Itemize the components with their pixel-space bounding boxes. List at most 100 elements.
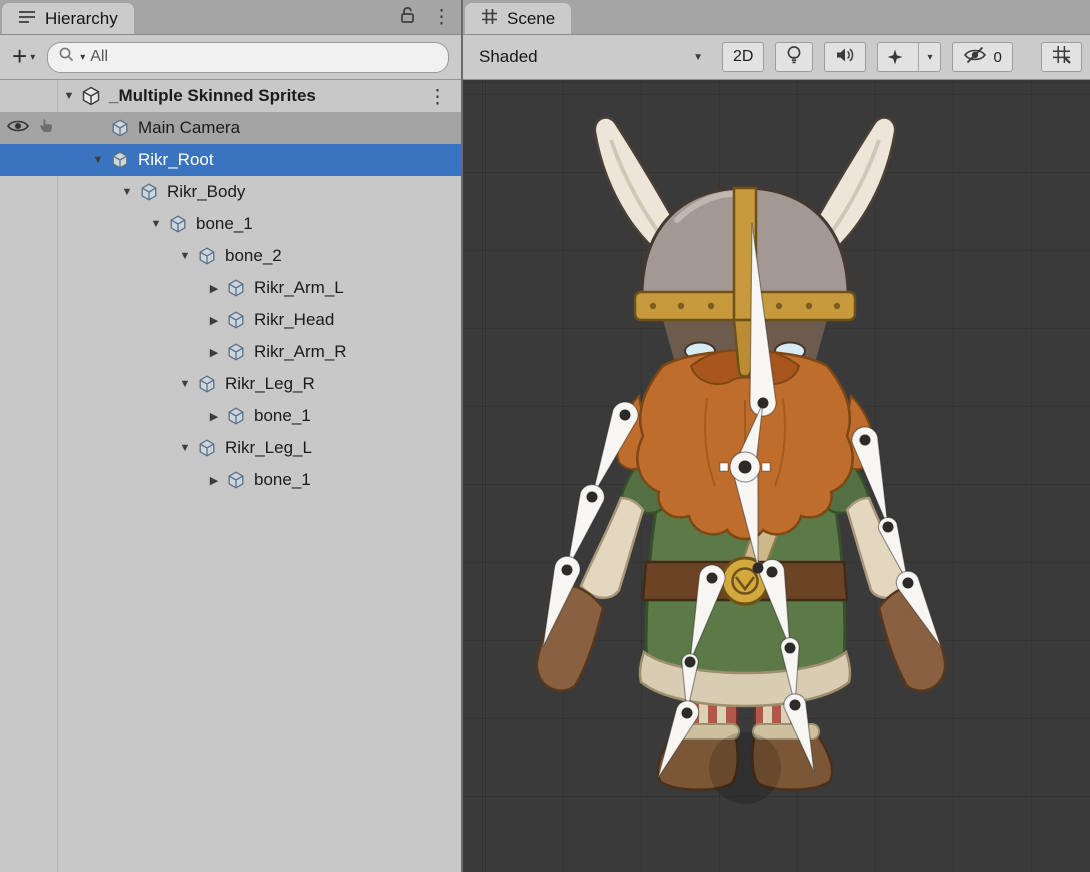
hierarchy-item-rikr_leg_l[interactable]: ▼Rikr_Leg_L xyxy=(0,432,461,464)
disclosure-arrow-icon[interactable]: ▶ xyxy=(203,282,225,295)
2d-toggle-button[interactable]: 2D xyxy=(722,42,764,72)
disclosure-arrow-icon[interactable]: ▶ xyxy=(203,410,225,423)
2d-toggle-label: 2D xyxy=(733,48,753,66)
bone-joint-dot xyxy=(587,492,598,503)
root-joint-dot xyxy=(739,461,752,474)
disclosure-arrow-icon[interactable]: ▼ xyxy=(174,442,196,454)
scene-options-kebab-icon[interactable]: ⋮ xyxy=(428,86,447,109)
add-gameobject-button[interactable]: + ▾ xyxy=(8,46,39,69)
disclosure-arrow-icon[interactable]: ▼ xyxy=(174,250,196,262)
hidden-objects-button[interactable]: 0 xyxy=(952,42,1012,72)
search-placeholder: All xyxy=(90,48,108,66)
scene-audio-toggle-button[interactable] xyxy=(824,42,866,72)
hierarchy-tree: ▼ _Multiple Skinned Sprites ⋮ Main Camer… xyxy=(0,80,461,872)
grid-settings-button[interactable] xyxy=(1041,42,1082,72)
eye-slash-icon xyxy=(963,46,987,69)
hierarchy-item-label: Rikr_Arm_R xyxy=(254,342,347,362)
gameobject-cube-icon xyxy=(226,278,246,298)
hierarchy-item-label: Rikr_Root xyxy=(138,150,214,170)
hidden-objects-count: 0 xyxy=(993,49,1001,66)
bone-joint-dot xyxy=(790,700,801,711)
gameobject-cube-icon xyxy=(197,246,217,266)
hierarchy-item-rikr_arm_l[interactable]: ▶Rikr_Arm_L xyxy=(0,272,461,304)
scene-viewport[interactable] xyxy=(463,80,1090,872)
gameobject-cube-icon xyxy=(226,470,246,490)
bone-joint-dot xyxy=(767,567,778,578)
hierarchy-item-label: bone_1 xyxy=(254,470,311,490)
disclosure-arrow-icon[interactable]: ▼ xyxy=(116,186,138,198)
gameobject-cube-icon xyxy=(110,118,130,138)
hierarchy-item-rikr_head[interactable]: ▶ Rikr_Head xyxy=(0,304,461,336)
hierarchy-item-rikr_body[interactable]: ▼ Rikr_Body xyxy=(0,176,461,208)
disclosure-arrow-icon[interactable]: ▼ xyxy=(174,378,196,390)
scene-toolbar: Shaded ▼ 2D ▾ xyxy=(463,35,1090,80)
hierarchy-item-label: Rikr_Leg_R xyxy=(225,374,315,394)
root-handle-right xyxy=(762,463,770,471)
tab-scene[interactable]: Scene xyxy=(465,3,571,34)
scene-header-row[interactable]: ▼ _Multiple Skinned Sprites ⋮ xyxy=(0,80,461,112)
tab-hierarchy-label: Hierarchy xyxy=(45,9,118,29)
scene-effects-dropdown-button[interactable]: ▾ xyxy=(877,42,941,72)
disclosure-arrow-icon[interactable]: ▶ xyxy=(203,314,225,327)
visibility-eye-icon[interactable] xyxy=(7,118,29,139)
search-input[interactable]: ▾ All xyxy=(47,42,449,73)
hierarchy-toolbar: + ▾ ▾ All xyxy=(0,35,461,80)
effects-icon[interactable] xyxy=(878,43,912,71)
unity-editor-window: Hierarchy ⋮ + ▾ ▾ All xyxy=(0,0,1090,872)
bone-joint-dot xyxy=(682,708,693,719)
chevron-down-icon[interactable]: ▾ xyxy=(918,43,940,71)
hierarchy-item-bone_1[interactable]: ▶ bone_1 xyxy=(0,400,461,432)
scene-lighting-toggle-button[interactable] xyxy=(775,42,813,72)
bone-joint-dot xyxy=(785,643,796,654)
bone-joint-dot xyxy=(860,435,871,446)
disclosure-arrow-icon[interactable]: ▼ xyxy=(58,90,80,102)
hierarchy-item-rikr_root[interactable]: ▼ Rikr_Root xyxy=(0,144,461,176)
bone-joint-dot xyxy=(753,563,764,574)
disclosure-arrow-icon[interactable]: ▼ xyxy=(87,154,109,166)
gameobject-cube-icon xyxy=(226,406,246,426)
pickability-hand-icon[interactable] xyxy=(38,117,55,139)
grid-settings-icon xyxy=(1052,45,1071,69)
scene-header-label: _Multiple Skinned Sprites xyxy=(109,86,316,106)
hierarchy-item-bone_1[interactable]: ▼bone_1 xyxy=(0,208,461,240)
gameobject-cube-icon xyxy=(197,438,217,458)
lock-icon[interactable] xyxy=(399,5,417,30)
bone-joint-dot xyxy=(758,398,769,409)
scene-panel: Scene Shaded ▼ 2D xyxy=(463,0,1090,872)
hierarchy-item-rikr_leg_r[interactable]: ▼ Rikr_Leg_R xyxy=(0,368,461,400)
pivot-disc-gizmo[interactable] xyxy=(709,732,781,804)
draw-mode-label: Shaded xyxy=(479,47,538,67)
hierarchy-item-bone_2[interactable]: ▼ bone_2 xyxy=(0,240,461,272)
panel-menu-kebab-icon[interactable]: ⋮ xyxy=(432,8,451,27)
chevron-down-icon: ▾ xyxy=(30,52,35,63)
scene-tabbar: Scene xyxy=(463,0,1090,35)
hierarchy-item-bone_1[interactable]: ▶ bone_1 xyxy=(0,464,461,496)
disclosure-arrow-icon[interactable]: ▼ xyxy=(145,218,167,230)
disclosure-arrow-icon[interactable]: ▶ xyxy=(203,346,225,359)
hierarchy-item-main-camera[interactable]: Main Camera xyxy=(0,112,461,144)
root-handle-left xyxy=(720,463,728,471)
unity-scene-icon xyxy=(80,86,102,106)
bone-joint-dot xyxy=(620,410,631,421)
gameobject-cube-icon xyxy=(139,182,159,202)
search-filter-caret-icon[interactable]: ▾ xyxy=(80,52,85,63)
draw-mode-dropdown[interactable]: Shaded ▼ xyxy=(471,42,711,72)
gameobject-cube-icon xyxy=(110,150,130,170)
hierarchy-item-label: Main Camera xyxy=(138,118,240,138)
chevron-down-icon: ▼ xyxy=(693,52,703,63)
hierarchy-item-label: Rikr_Head xyxy=(254,310,334,330)
bone-joint-dot xyxy=(707,573,718,584)
add-button-label: + xyxy=(12,43,27,69)
gameobject-cube-icon xyxy=(168,214,188,234)
tab-scene-label: Scene xyxy=(507,9,555,29)
hierarchy-item-label: bone_2 xyxy=(225,246,282,266)
hierarchy-item-label: Rikr_Body xyxy=(167,182,245,202)
hierarchy-item-rikr_arm_r[interactable]: ▶ Rikr_Arm_R xyxy=(0,336,461,368)
tab-hierarchy[interactable]: Hierarchy xyxy=(2,3,134,34)
lightbulb-icon xyxy=(786,45,802,70)
disclosure-arrow-icon[interactable]: ▶ xyxy=(203,474,225,487)
hierarchy-item-label: bone_1 xyxy=(254,406,311,426)
hierarchy-panel: Hierarchy ⋮ + ▾ ▾ All xyxy=(0,0,463,872)
gameobject-cube-icon xyxy=(226,310,246,330)
speaker-icon xyxy=(835,46,855,69)
